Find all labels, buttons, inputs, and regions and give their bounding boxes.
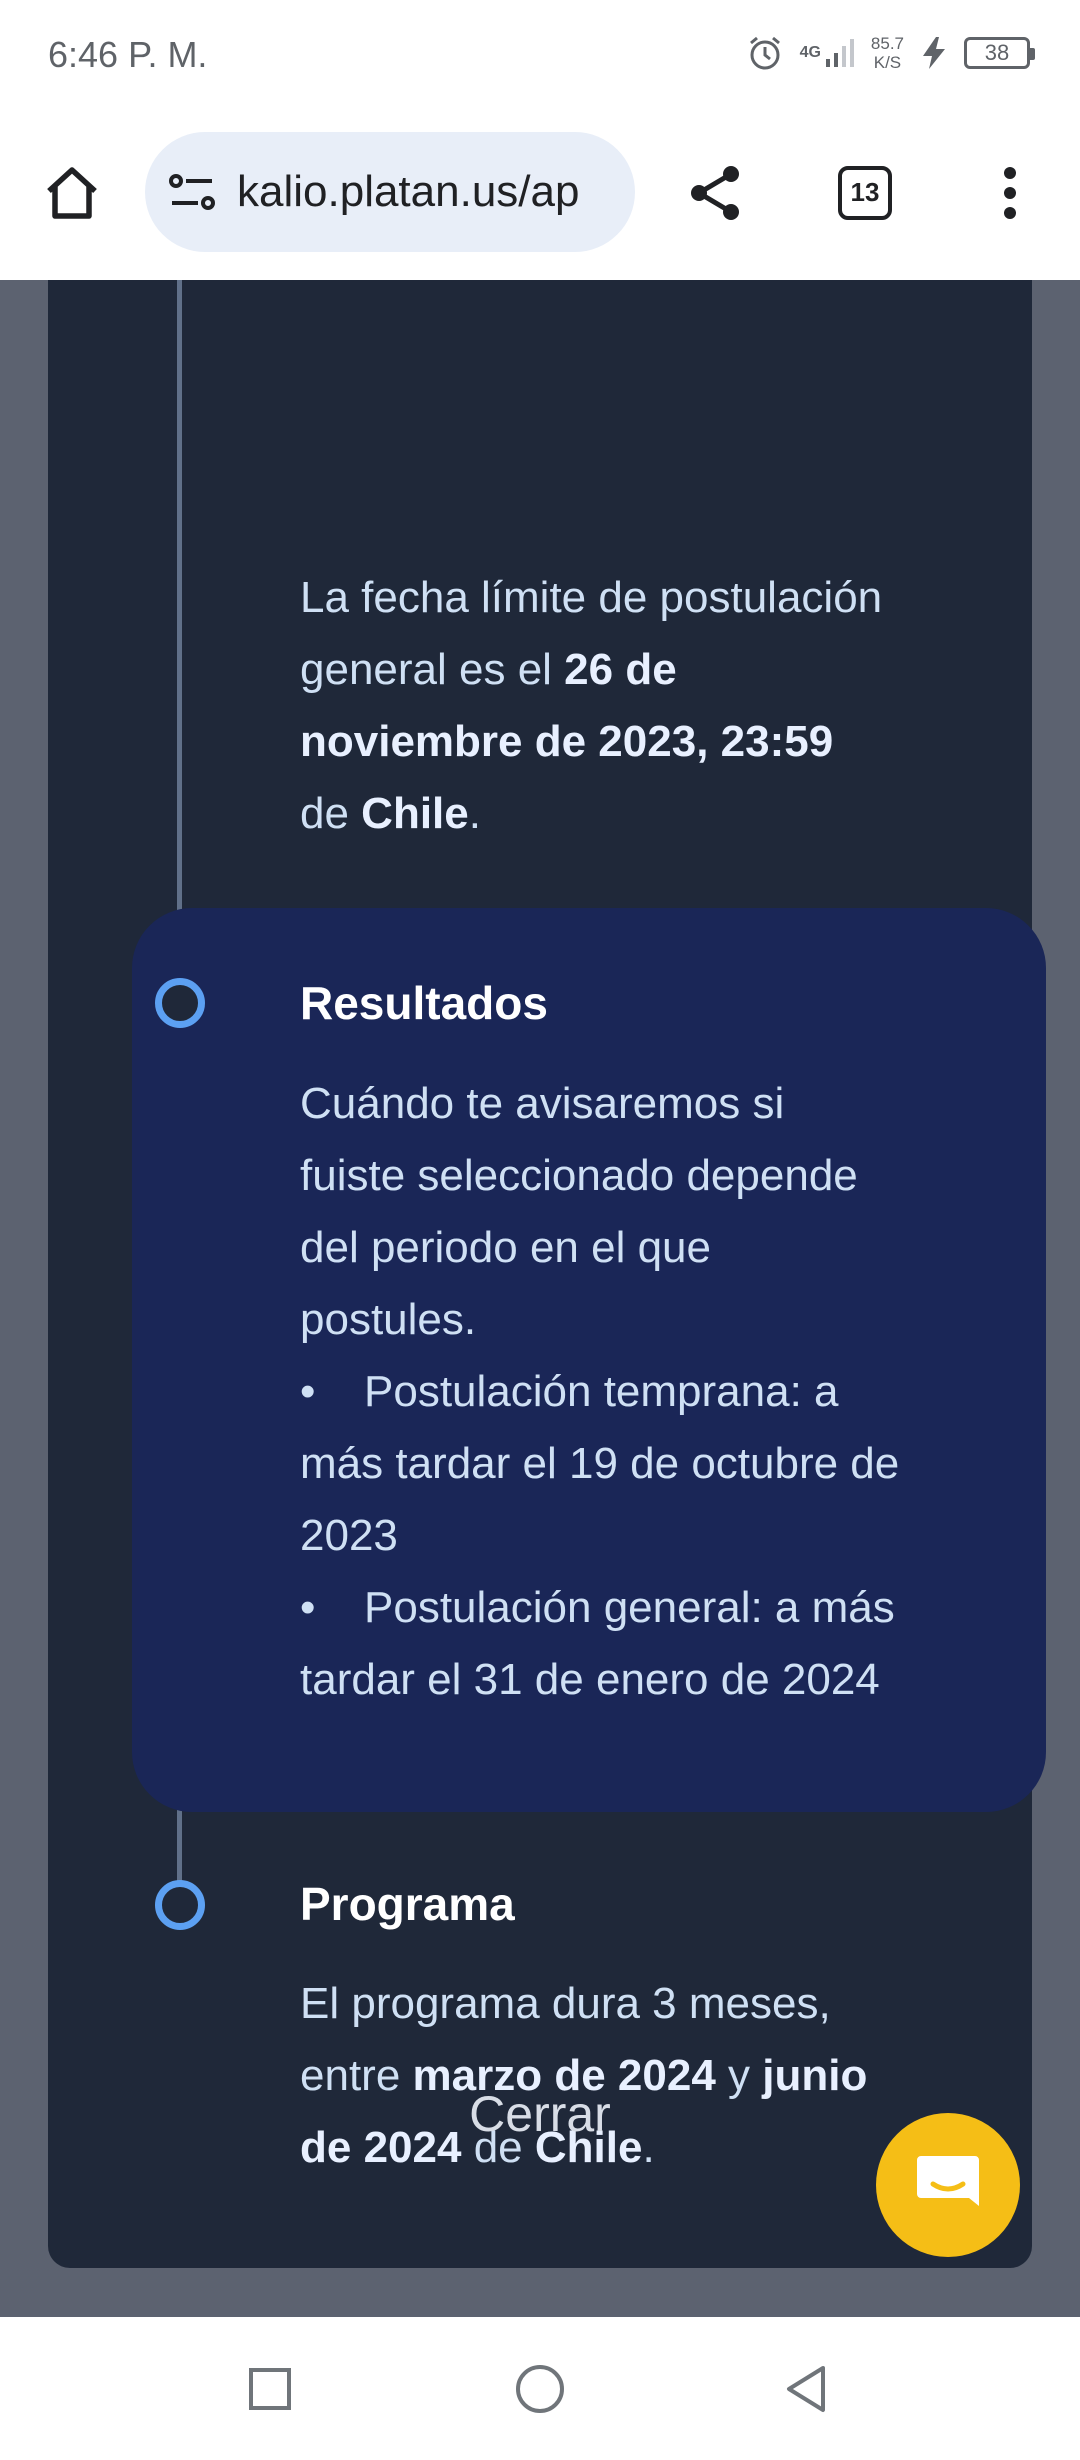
tab-switcher-icon: 13 (838, 165, 892, 220)
share-icon (691, 165, 739, 220)
chat-button[interactable] (876, 2113, 1020, 2257)
chat-icon (917, 2156, 979, 2206)
network-speed-value: 85.7 (870, 34, 904, 53)
site-info-icon[interactable] (167, 167, 217, 217)
home-circle-icon (516, 2364, 564, 2413)
step-title-results: Resultados (300, 977, 548, 1029)
battery-icon: 38 (964, 37, 1035, 69)
status-bar: 6:46 P. M. 4G 85.7 K/S 38 (0, 0, 1080, 105)
network-speed: 85.7 K/S (871, 34, 904, 72)
timeline-marker-program (155, 1880, 205, 1930)
network-indicator: 4G (800, 37, 855, 69)
home-icon (47, 166, 97, 219)
web-content[interactable]: La fecha límite de postulación general e… (0, 280, 1080, 2317)
recents-icon (249, 2367, 291, 2410)
url-bar[interactable]: kalio.platan.us/ap (145, 132, 635, 252)
status-time: 6:46 P. M. (48, 34, 208, 75)
close-button[interactable]: Cerrar (48, 2085, 1032, 2143)
recents-button[interactable] (210, 2317, 330, 2460)
charging-icon (920, 36, 948, 70)
results-text: Cuándo te avisaremos si fuiste seleccion… (300, 1068, 1000, 1716)
back-button[interactable] (745, 2317, 865, 2460)
browser-toolbar: kalio.platan.us/ap 13 (0, 105, 1080, 280)
bullet-early: • Postulación temprana: a (300, 1367, 839, 1416)
back-icon (787, 2365, 825, 2412)
step-title-program: Programa (300, 1878, 515, 1930)
system-nav-bar (0, 2317, 1080, 2460)
more-menu-button[interactable] (970, 105, 1050, 280)
timeline-marker-results (155, 978, 205, 1028)
more-vert-icon (1004, 166, 1016, 219)
signal-icon (825, 37, 855, 69)
share-button[interactable] (670, 105, 760, 280)
tab-switcher-button[interactable]: 13 (820, 105, 910, 280)
timeline-line (177, 280, 182, 940)
bullet-general: • Postulación general: a más (300, 1583, 895, 1632)
home-nav-button[interactable] (480, 2317, 600, 2460)
status-icons: 4G 85.7 K/S 38 (746, 30, 1035, 76)
network-speed-unit: K/S (873, 53, 902, 72)
alarm-icon (746, 34, 784, 72)
url-text: kalio.platan.us/ap (237, 167, 580, 216)
deadline-text: La fecha límite de postulación general e… (300, 573, 883, 838)
home-button[interactable] (30, 105, 114, 280)
network-type: 4G (799, 44, 821, 61)
timeline-modal: La fecha límite de postulación general e… (48, 280, 1046, 2268)
